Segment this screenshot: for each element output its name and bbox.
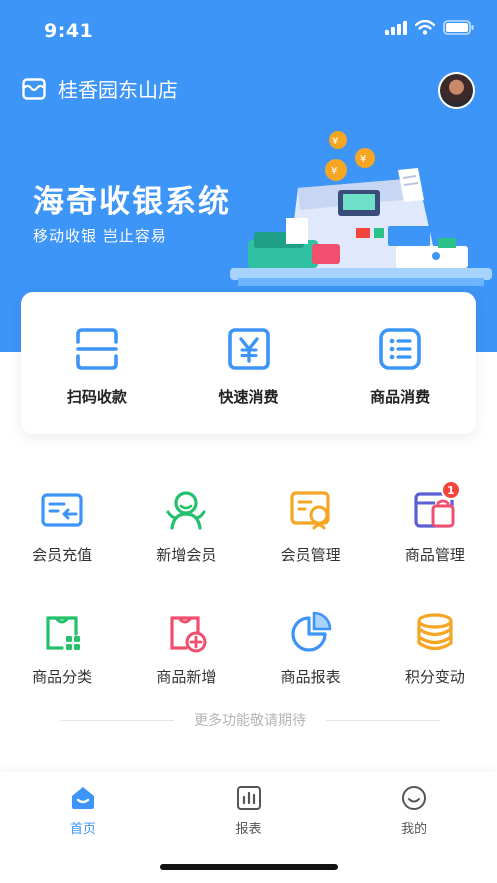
product-consume-button[interactable]: 商品消费	[324, 292, 476, 434]
product-category-label: 商品分类	[32, 668, 93, 686]
points-change-button[interactable]: 积分变动	[373, 602, 497, 724]
status-icons	[385, 20, 475, 35]
profile-icon	[402, 786, 427, 810]
points-change-label: 积分变动	[404, 668, 465, 686]
report-icon	[236, 786, 261, 810]
member-recharge-label: 会员充值	[32, 546, 93, 564]
tab-profile[interactable]: 我的	[331, 772, 497, 883]
tab-report-label: 报表	[235, 822, 262, 837]
tab-home-label: 首页	[69, 822, 96, 837]
product-category-button[interactable]: 商品分类	[0, 602, 124, 724]
product-manage-button[interactable]: 1 商品管理	[373, 480, 497, 602]
store-name: 桂香园东山店	[58, 78, 178, 102]
member-manage-button[interactable]: 会员管理	[249, 480, 373, 602]
product-add-label: 商品新增	[156, 668, 217, 686]
tab-profile-label: 我的	[401, 822, 428, 837]
member-recharge-button[interactable]: 会员充值	[0, 480, 124, 602]
app-subtitle: 移动收银 岂止容易	[33, 227, 167, 245]
product-manage-badge: 1	[440, 480, 461, 500]
store-icon	[22, 77, 46, 100]
more-features-divider: 更多功能敬请期待	[60, 710, 440, 730]
app-title: 海奇收银系统	[33, 184, 231, 220]
svg-text:¥: ¥	[360, 154, 366, 165]
coins-icon	[417, 613, 453, 651]
add-member-button[interactable]: 新增会员	[124, 480, 248, 602]
product-report-button[interactable]: 商品报表	[249, 602, 373, 724]
product-manage-label: 商品管理	[404, 546, 465, 564]
svg-text:¥: ¥	[331, 166, 337, 177]
svg-text:¥: ¥	[332, 136, 338, 147]
battery-icon	[443, 20, 474, 35]
scan-payment-label: 扫码收款	[66, 388, 127, 406]
signal-icon	[385, 20, 407, 35]
add-member-icon	[166, 491, 206, 530]
product-add-icon	[170, 616, 207, 653]
scan-icon	[76, 328, 118, 370]
member-manage-icon	[290, 491, 330, 530]
cash-register-illustration: ¥ ¥ ¥	[230, 131, 492, 286]
member-manage-label: 会员管理	[280, 546, 341, 564]
wifi-icon	[415, 20, 435, 35]
more-features-text: 更多功能敬请期待	[194, 713, 306, 729]
status-bar: 9:41	[0, 0, 497, 62]
quick-consume-button[interactable]: 快速消费	[173, 292, 325, 434]
product-report-label: 商品报表	[280, 668, 341, 686]
feature-grid: 会员充值 新增会员 会员管理 1 商品管理 商品分类 商品新增 商品报表 积分变…	[0, 480, 497, 724]
add-member-label: 新增会员	[156, 546, 217, 564]
product-consume-label: 商品消费	[370, 388, 431, 406]
store-selector[interactable]: 桂香园东山店	[22, 74, 178, 103]
quick-actions-card: 扫码收款 快速消费 商品消费	[21, 292, 476, 434]
pie-chart-icon	[291, 611, 331, 652]
member-recharge-icon	[41, 493, 83, 527]
yuan-icon	[227, 328, 270, 370]
product-category-icon	[46, 616, 81, 650]
scan-payment-button[interactable]: 扫码收款	[21, 292, 173, 434]
tab-home[interactable]: 首页	[0, 772, 166, 883]
home-icon	[71, 787, 94, 809]
home-indicator	[160, 864, 338, 870]
avatar[interactable]	[438, 72, 475, 109]
quick-consume-label: 快速消费	[218, 388, 279, 406]
product-add-button[interactable]: 商品新增	[124, 602, 248, 724]
status-time: 9:41	[44, 20, 94, 42]
list-icon	[379, 328, 421, 370]
